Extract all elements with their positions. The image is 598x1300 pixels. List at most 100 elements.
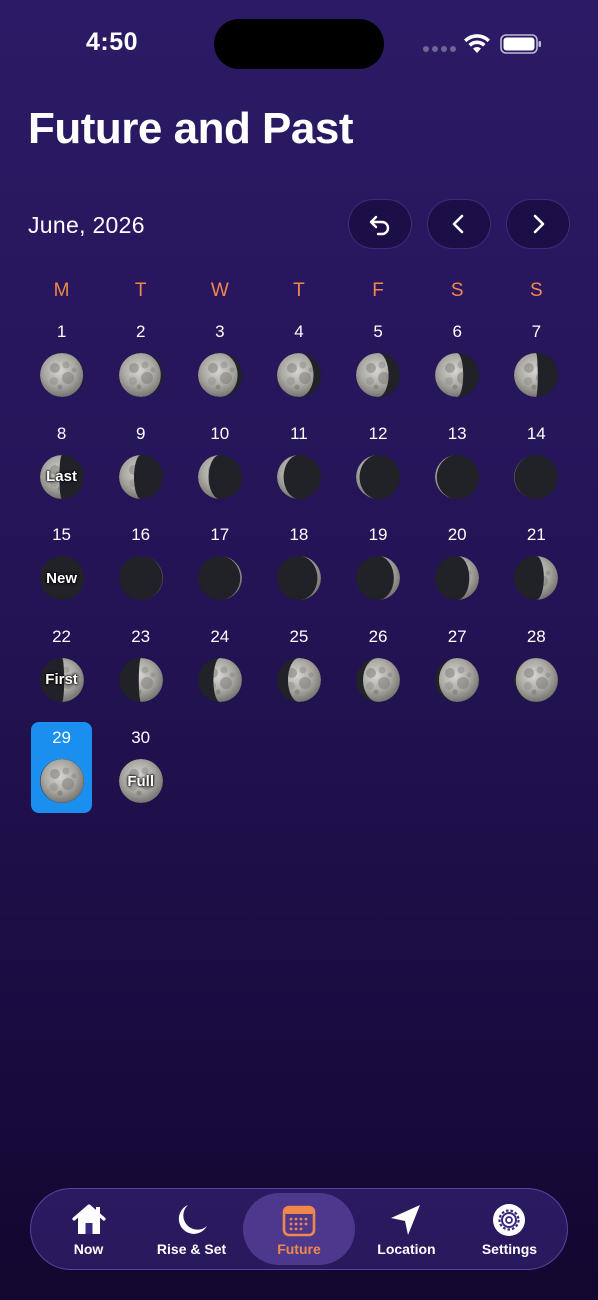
- moon-phase-icon: [118, 556, 163, 600]
- calendar-day[interactable]: 28: [497, 621, 576, 712]
- phase-label: Last: [46, 468, 77, 485]
- day-number: 17: [210, 525, 230, 544]
- day-number: 9: [135, 423, 146, 443]
- tab-label: Future: [277, 1240, 321, 1257]
- tab-future[interactable]: Future: [243, 1193, 355, 1265]
- calendar-day[interactable]: 19: [339, 519, 418, 610]
- calendar-grid: 1 2 3 4 5 6 7 8 Last 9 10 11 12 13 14 15…: [22, 316, 576, 824]
- moon-phase-icon: [276, 657, 321, 702]
- moon-phase-icon: [276, 353, 321, 397]
- calendar-icon: [282, 1205, 316, 1236]
- moon-phase: Full: [117, 757, 165, 805]
- moon-phase-icon: [118, 657, 163, 702]
- day-number: 10: [210, 423, 230, 443]
- moon-phase: [38, 757, 86, 805]
- day-number: 3: [215, 322, 225, 341]
- day-number: 28: [526, 626, 546, 646]
- calendar-week-row: 1 2 3 4 5 6 7: [22, 316, 576, 418]
- calendar-day[interactable]: 12: [339, 418, 418, 509]
- moon-phase-icon: [435, 556, 480, 600]
- calendar-day[interactable]: 1: [22, 316, 101, 407]
- moon-phase: [354, 351, 402, 399]
- moon-phase-icon: [197, 657, 242, 702]
- moon-phase: [196, 554, 244, 602]
- moon-phase-icon: [118, 454, 163, 499]
- day-number: 18: [289, 525, 309, 544]
- calendar-day[interactable]: 24: [180, 621, 259, 712]
- calendar-day[interactable]: 22 First: [22, 621, 101, 712]
- day-number: 24: [210, 626, 230, 646]
- calendar-day[interactable]: 6: [418, 316, 497, 407]
- moon-phase: [117, 554, 165, 602]
- calendar-day[interactable]: 8 Last: [22, 418, 101, 509]
- moon-phase: [433, 351, 481, 399]
- moon-phase: [512, 554, 560, 602]
- calendar-day[interactable]: 5: [339, 316, 418, 407]
- tab-label: Now: [73, 1240, 104, 1257]
- calendar-day[interactable]: 10: [180, 418, 259, 509]
- calendar-day[interactable]: 25: [259, 621, 338, 712]
- moon-phase: [354, 453, 402, 501]
- status-time: 4:50: [86, 28, 139, 56]
- moon-phase: [433, 656, 481, 704]
- calendar-day[interactable]: 7: [497, 316, 576, 407]
- tab-now[interactable]: Now: [37, 1193, 140, 1265]
- weekday-label: T: [293, 280, 305, 301]
- day-number: 27: [447, 626, 467, 646]
- day-number: 5: [373, 322, 383, 341]
- day-number: 26: [368, 626, 388, 646]
- gear-icon: [493, 1203, 526, 1236]
- tab-rise-set[interactable]: Rise & Set: [140, 1193, 243, 1265]
- calendar-day[interactable]: 11: [259, 418, 338, 509]
- previous-month-button[interactable]: [427, 199, 491, 249]
- calendar-day-selected[interactable]: 29: [22, 722, 101, 813]
- tab-label: Settings: [481, 1240, 538, 1257]
- tab-settings[interactable]: Settings: [458, 1193, 561, 1265]
- calendar-day[interactable]: 30 Full: [101, 722, 180, 813]
- day-number: 30: [131, 728, 151, 747]
- calendar-day[interactable]: 21: [497, 519, 576, 610]
- calendar-day[interactable]: 27: [418, 621, 497, 712]
- day-number: 19: [368, 525, 388, 544]
- day-number: 22: [52, 626, 72, 646]
- calendar-day[interactable]: 26: [339, 621, 418, 712]
- day-number: 15: [52, 525, 72, 544]
- calendar-day[interactable]: 14: [497, 418, 576, 509]
- tab-bar: Now Rise & Set Future Location Settings: [30, 1188, 568, 1270]
- calendar-day[interactable]: 13: [418, 418, 497, 509]
- battery-icon: [500, 34, 541, 54]
- moon-phase-icon: [197, 454, 242, 499]
- calendar-day[interactable]: 3: [180, 316, 259, 407]
- moon-phase: Last: [38, 453, 86, 501]
- calendar-day[interactable]: 4: [259, 316, 338, 407]
- moon-phase: [38, 351, 86, 399]
- day-number: 29: [52, 728, 72, 747]
- dynamic-island: [214, 19, 384, 69]
- tab-location[interactable]: Location: [355, 1193, 458, 1265]
- calendar-day[interactable]: 9: [101, 418, 180, 509]
- moon-phase: [275, 554, 323, 602]
- moon-phase: [196, 656, 244, 704]
- moon-phase-icon: [197, 556, 242, 600]
- day-number: 7: [531, 322, 542, 341]
- weekday-label: W: [210, 280, 229, 301]
- today-button[interactable]: [348, 199, 412, 249]
- calendar-day[interactable]: 15 New: [22, 519, 101, 610]
- moon-phase: [433, 554, 481, 602]
- weekday-label: F: [372, 280, 384, 301]
- day-number: 21: [526, 525, 546, 544]
- weekday-label: T: [134, 280, 147, 301]
- moon-phase-icon: [514, 556, 559, 600]
- calendar-day[interactable]: 23: [101, 621, 180, 712]
- house-icon: [71, 1203, 106, 1234]
- moon-phase-icon: [514, 353, 559, 397]
- day-number: 6: [452, 322, 462, 341]
- calendar-day[interactable]: 20: [418, 519, 497, 610]
- calendar-day[interactable]: 18: [259, 519, 338, 610]
- next-month-button[interactable]: [506, 199, 570, 249]
- calendar-day[interactable]: 2: [101, 316, 180, 407]
- calendar-day[interactable]: 16: [101, 519, 180, 610]
- day-number: 2: [135, 322, 146, 341]
- day-number: 12: [368, 423, 388, 443]
- calendar-day[interactable]: 17: [180, 519, 259, 610]
